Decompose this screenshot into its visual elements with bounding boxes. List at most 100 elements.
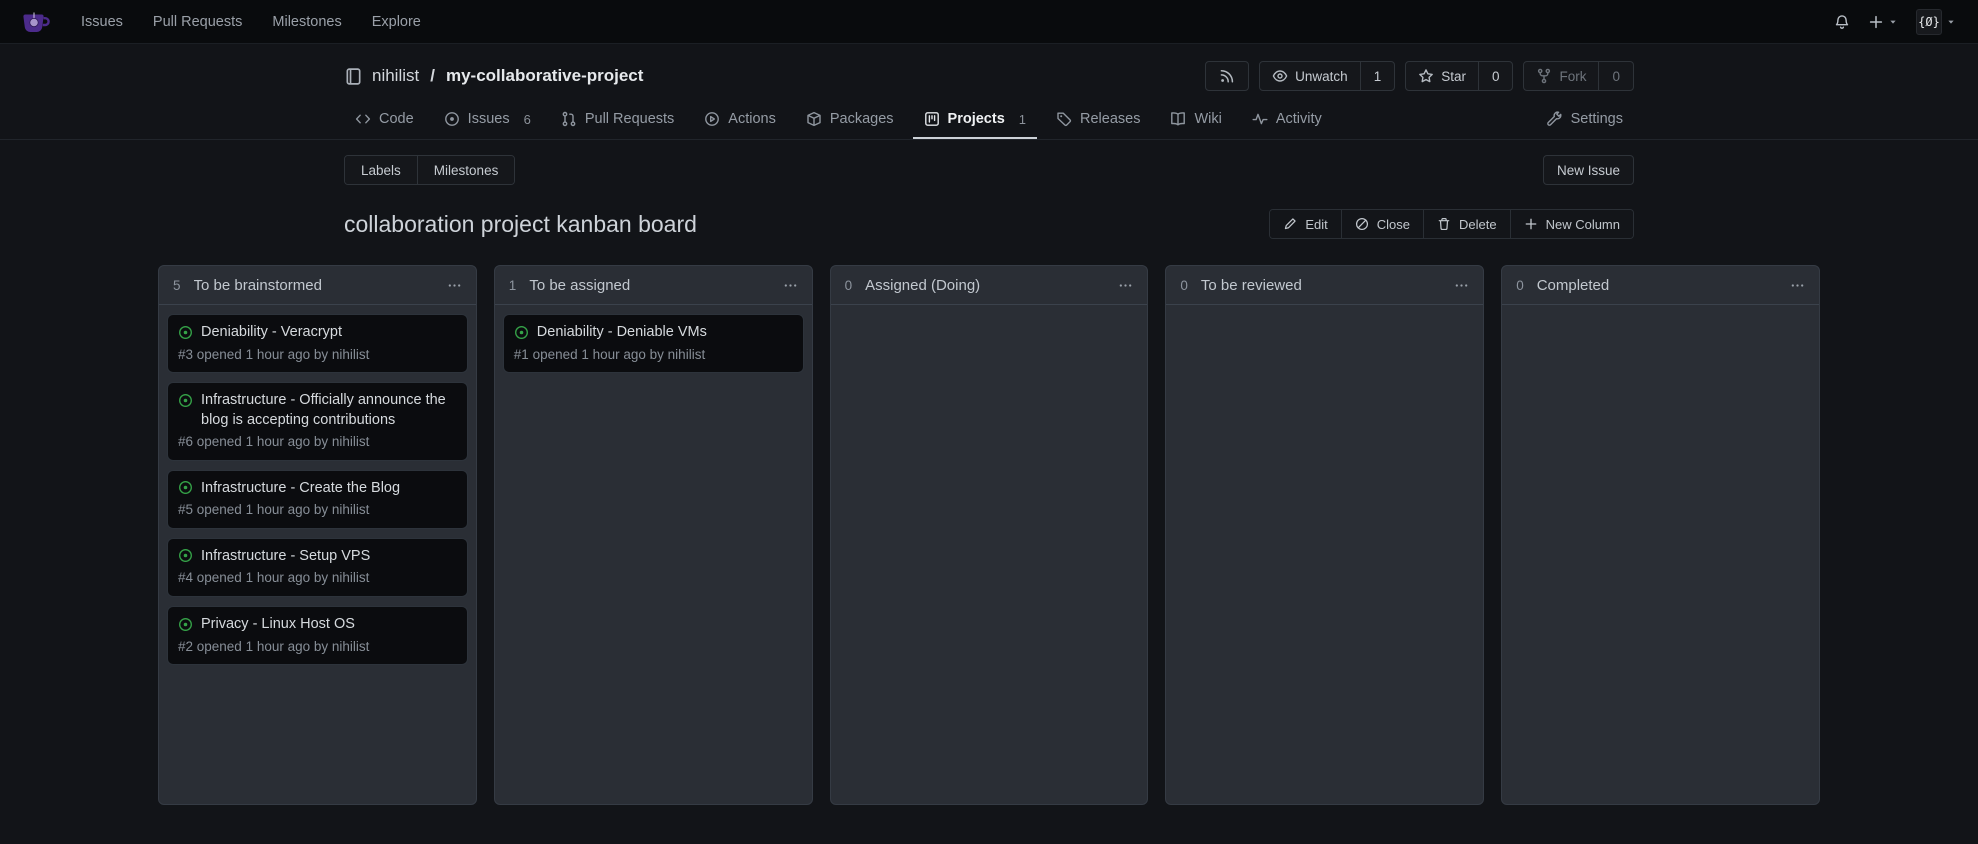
tab-label: Activity	[1276, 111, 1322, 127]
repo-name-link[interactable]: my-collaborative-project	[446, 66, 643, 86]
card-title: Deniability - Veracrypt	[201, 323, 342, 343]
pull-requests-icon	[561, 111, 577, 127]
labels-button[interactable]: Labels	[345, 156, 417, 184]
chevron-down-icon	[1888, 17, 1898, 27]
issue-card[interactable]: Privacy - Linux Host OS #2 opened 1 hour …	[167, 606, 468, 665]
nav-link-milestones[interactable]: Milestones	[257, 14, 356, 30]
chevron-down-icon	[1946, 17, 1956, 27]
repo-tabs-section: Code Issues 6 Pull RequestsActions Packages P…	[0, 101, 1978, 140]
new-issue-button[interactable]: New Issue	[1543, 155, 1634, 185]
tab-actions[interactable]: Actions	[693, 101, 787, 139]
column-title: Completed	[1537, 277, 1610, 294]
new-column-button[interactable]: New Column	[1510, 210, 1633, 238]
tab-settings[interactable]: Settings	[1536, 101, 1634, 139]
tab-pull-requests[interactable]: Pull Requests	[550, 101, 685, 139]
gitea-cup-logo[interactable]	[18, 6, 50, 38]
projects-icon	[924, 111, 940, 127]
plus-icon	[1868, 14, 1884, 30]
star-button[interactable]: Star	[1406, 62, 1478, 90]
repo-icon	[344, 67, 363, 86]
column-menu-button[interactable]	[783, 278, 798, 293]
tab-label: Projects	[948, 111, 1005, 127]
tab-label: Issues	[468, 111, 510, 127]
forks-count[interactable]: 0	[1598, 62, 1633, 90]
column-header: 5To be brainstormed	[159, 266, 476, 305]
card-title-row: Deniability - Veracrypt	[178, 323, 457, 343]
column-menu-button[interactable]	[447, 278, 462, 293]
issue-open-icon	[178, 393, 193, 408]
unwatch-label: Unwatch	[1295, 69, 1348, 84]
tab-label: Packages	[830, 111, 894, 127]
fork-icon	[1536, 68, 1552, 84]
avatar: {Ø}	[1916, 9, 1942, 35]
card-meta: #2 opened 1 hour ago by nihilist	[178, 638, 457, 656]
watchers-count[interactable]: 1	[1360, 62, 1395, 90]
issue-open-icon	[178, 548, 193, 563]
nav-link-pull-requests[interactable]: Pull Requests	[138, 14, 257, 30]
plus-icon	[1524, 217, 1538, 231]
tab-code[interactable]: Code	[344, 101, 425, 139]
card-title-row: Deniability - Deniable VMs	[514, 323, 793, 343]
tab-activity[interactable]: Activity	[1241, 101, 1333, 139]
tab-packages[interactable]: Packages	[795, 101, 905, 139]
kebab-icon	[783, 278, 798, 293]
fork-button[interactable]: Fork	[1524, 62, 1598, 90]
column-header: 0 Completed	[1502, 266, 1819, 305]
issue-card[interactable]: Infrastructure - Create the Blog#5 opene…	[167, 470, 468, 529]
repo-owner-link[interactable]: nihilist	[372, 66, 419, 86]
tab-issues[interactable]: Issues 6	[433, 101, 542, 139]
card-meta: #4 opened 1 hour ago by nihilist	[178, 569, 457, 587]
rss-button[interactable]	[1205, 61, 1249, 91]
issue-card[interactable]: Deniability - Deniable VMs #1 opened 1 ho…	[503, 314, 804, 373]
column-card-count: 1	[509, 278, 517, 293]
repo-title: nihilist / my-collaborative-project	[344, 66, 643, 86]
issue-card[interactable]: Infrastructure - Setup VPS #4 opened 1 ho…	[167, 538, 468, 597]
column-cards	[1166, 305, 1483, 804]
create-new-menu[interactable]	[1868, 14, 1898, 30]
issue-open-icon	[178, 617, 193, 632]
card-title: Infrastructure - Setup VPS	[201, 547, 370, 567]
tab-label: Code	[379, 111, 414, 127]
kanban-column-to-be-reviewed: 0To be reviewed	[1165, 265, 1484, 805]
issue-open-icon	[178, 480, 193, 495]
tab-projects[interactable]: Projects 1	[913, 101, 1037, 139]
kebab-icon	[1790, 278, 1805, 293]
navbar-right: {Ø}	[1834, 9, 1966, 35]
column-menu-button[interactable]	[1790, 278, 1805, 293]
column-card-count: 0	[1516, 278, 1524, 293]
board-header: collaboration project kanban board Edit …	[344, 209, 1634, 239]
issue-card[interactable]: Deniability - Veracrypt#3 opened 1 hour …	[167, 314, 468, 373]
tab-wiki[interactable]: Wiki	[1159, 101, 1232, 139]
user-menu[interactable]: {Ø}	[1916, 9, 1956, 35]
star-icon	[1418, 68, 1434, 84]
stars-count[interactable]: 0	[1478, 62, 1513, 90]
column-menu-button[interactable]	[1118, 278, 1133, 293]
notifications-button[interactable]	[1834, 14, 1850, 30]
issue-open-icon	[514, 325, 529, 340]
delete-project-button[interactable]: Delete	[1423, 210, 1510, 238]
top-navbar: IssuesPull RequestsMilestonesExplore {Ø}	[0, 0, 1978, 44]
trash-icon	[1437, 217, 1451, 231]
card-title-row: Infrastructure - Officially announce the…	[178, 391, 457, 430]
card-meta: #5 opened 1 hour ago by nihilist	[178, 501, 457, 519]
actions-icon	[704, 111, 720, 127]
milestones-button[interactable]: Milestones	[417, 156, 515, 184]
card-title: Privacy - Linux Host OS	[201, 615, 355, 635]
nav-link-issues[interactable]: Issues	[66, 14, 138, 30]
edit-project-button[interactable]: Edit	[1270, 210, 1340, 238]
card-meta: #1 opened 1 hour ago by nihilist	[514, 346, 793, 364]
nav-link-explore[interactable]: Explore	[357, 14, 436, 30]
rss-icon	[1219, 68, 1235, 84]
issue-open-icon	[178, 325, 193, 340]
tab-count-badge: 1	[1019, 112, 1026, 127]
page-title: collaboration project kanban board	[344, 211, 697, 238]
kanban-column-completed: 0 Completed	[1501, 265, 1820, 805]
new-issue-label: New Issue	[1557, 163, 1620, 178]
board-actions: Edit Close Delete New Column	[1269, 209, 1634, 239]
issue-card[interactable]: Infrastructure - Officially announce the…	[167, 382, 468, 461]
close-project-button[interactable]: Close	[1341, 210, 1423, 238]
column-menu-button[interactable]	[1454, 278, 1469, 293]
unwatch-button[interactable]: Unwatch	[1260, 62, 1360, 90]
tab-releases[interactable]: Releases	[1045, 101, 1151, 139]
tab-count-badge: 6	[524, 112, 531, 127]
